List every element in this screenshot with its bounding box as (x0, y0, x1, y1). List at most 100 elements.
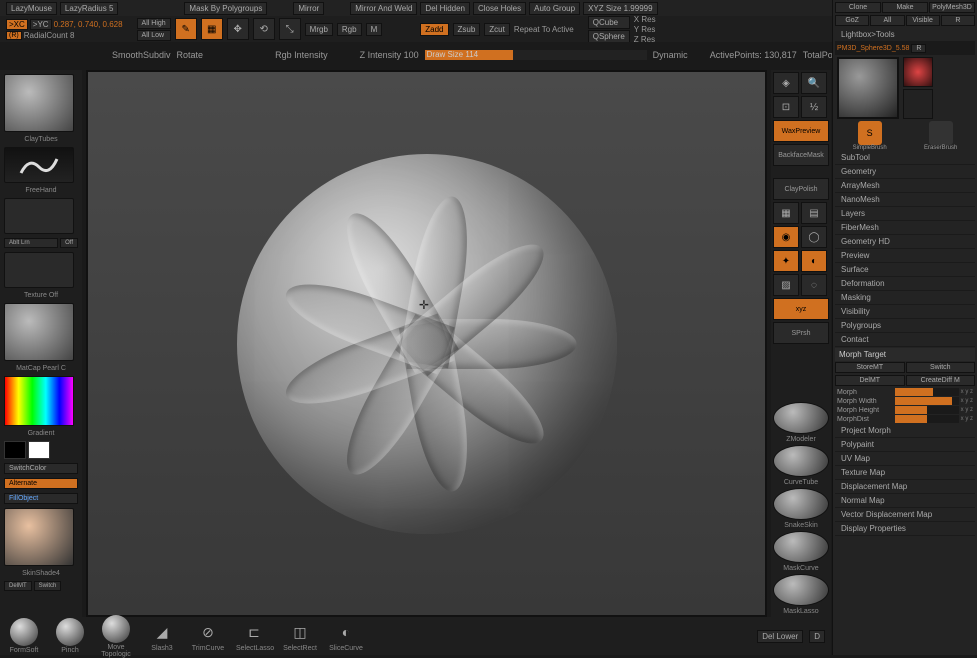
zsub-button[interactable]: Zsub (453, 23, 481, 36)
eraserbrush-icon[interactable] (929, 121, 953, 145)
simplebrush-icon[interactable]: S (858, 121, 882, 145)
slider-morph[interactable]: Morphx y z (835, 388, 975, 396)
draw-mode-icon[interactable]: ▦ (201, 18, 223, 40)
dellower-button[interactable]: Del Lower (757, 630, 803, 643)
alllow-button[interactable]: All Low (137, 30, 171, 41)
sprsh-button[interactable]: SPrsh (773, 322, 829, 344)
xyzsize-slider[interactable]: XYZ Size 1.99999 (583, 2, 657, 15)
actual-icon[interactable]: ⊡ (773, 96, 799, 118)
projectmorph-button[interactable]: Project Morph (835, 424, 975, 438)
section-normal-map[interactable]: Normal Map (835, 494, 975, 508)
claypolish-button[interactable]: ClayPolish (773, 178, 829, 200)
section-fibermesh[interactable]: FiberMesh (835, 221, 975, 235)
waxpreview-button[interactable]: WaxPreview (773, 120, 829, 142)
zintensity-slider[interactable]: Z Intensity 100 (360, 50, 419, 60)
slider-morph-height[interactable]: Morph Heightx y z (835, 406, 975, 414)
ghost-icon[interactable]: ◌ (801, 274, 827, 296)
slider-morph-width[interactable]: Morph Widthx y z (835, 397, 975, 405)
xyz-button[interactable]: xyz (773, 298, 829, 320)
move-icon[interactable]: ✥ (227, 18, 249, 40)
texture-thumbnail[interactable] (4, 252, 74, 288)
mrgb-button[interactable]: Mrgb (305, 23, 333, 36)
yc-button[interactable]: >YC (30, 19, 52, 30)
section-masking[interactable]: Masking (835, 291, 975, 305)
polyf-icon[interactable]: ▨ (773, 274, 799, 296)
rgb-button[interactable]: Rgb (337, 23, 362, 36)
section-visibility[interactable]: Visibility (835, 305, 975, 319)
slider-morphdist[interactable]: MorphDistx y z (835, 415, 975, 423)
section-geometry-hd[interactable]: Geometry HD (835, 235, 975, 249)
section-vector-displacement-map[interactable]: Vector Displacement Map (835, 508, 975, 522)
zadd-button[interactable]: Zadd (420, 23, 448, 36)
switchcolor-button[interactable]: SwitchColor (4, 463, 78, 474)
section-deformation[interactable]: Deformation (835, 277, 975, 291)
r-toggle[interactable]: (R) (6, 31, 22, 40)
maskby-button[interactable]: Mask By Polygroups (184, 2, 267, 15)
lazyradius-button[interactable]: LazyRadius 5 (60, 2, 118, 15)
section-uv-map[interactable]: UV Map (835, 452, 975, 466)
section-texture-map[interactable]: Texture Map (835, 466, 975, 480)
frame-icon[interactable]: ◯ (801, 226, 827, 248)
backface-button[interactable]: BackfaceMask (773, 144, 829, 166)
solo-icon[interactable]: ◐ (801, 250, 827, 272)
ablt-button[interactable]: Ablt Lrn (4, 238, 58, 248)
curvetube-orb[interactable] (773, 445, 829, 477)
tool-r-button[interactable]: R (911, 44, 926, 53)
dynamic-label[interactable]: Dynamic (653, 50, 688, 60)
maskcurve-orb[interactable] (773, 531, 829, 563)
color-picker[interactable] (4, 376, 74, 426)
all-button[interactable]: All (870, 15, 904, 26)
make-button[interactable]: Make (882, 2, 928, 13)
floor-icon[interactable]: ▤ (801, 202, 827, 224)
mirrorweld-button[interactable]: Mirror And Weld (350, 2, 417, 15)
section-polygroups[interactable]: Polygroups (835, 319, 975, 333)
gradient-label[interactable]: Gradient (4, 430, 78, 437)
goz-button[interactable]: GoZ (835, 15, 869, 26)
section-display-properties[interactable]: Display Properties (835, 522, 975, 536)
d-button[interactable]: D (809, 630, 825, 643)
zoom-icon[interactable]: 🔍 (801, 72, 827, 94)
local-icon[interactable]: ◉ (773, 226, 799, 248)
rgbintensity-label[interactable]: Rgb Intensity (275, 50, 328, 60)
brush-pinch[interactable]: Pinch (52, 618, 88, 654)
masklasso-orb[interactable] (773, 574, 829, 606)
delmt-button[interactable]: DelMT (4, 581, 32, 591)
persp2-icon[interactable]: ▦ (773, 202, 799, 224)
visible-button[interactable]: Visible (906, 15, 940, 26)
radialcount-slider[interactable]: RadialCount 8 (24, 31, 75, 40)
section-layers[interactable]: Layers (835, 207, 975, 221)
m-button[interactable]: M (366, 23, 383, 36)
skinshade-thumbnail[interactable] (4, 508, 74, 566)
morphtarget-header[interactable]: Morph Target (835, 348, 975, 361)
xpose-icon[interactable]: ✦ (773, 250, 799, 272)
section-surface[interactable]: Surface (835, 263, 975, 277)
brush-formsoft[interactable]: FormSoft (6, 618, 42, 654)
tool-preview[interactable] (837, 57, 899, 119)
clone-button[interactable]: Clone (835, 2, 881, 13)
storemt-button[interactable]: StoreMT (835, 362, 905, 373)
delmt2-button[interactable]: DelMT (835, 375, 905, 386)
persp-icon[interactable]: ◈ (773, 72, 799, 94)
zcut-button[interactable]: Zcut (484, 23, 510, 36)
snakeskin-orb[interactable] (773, 488, 829, 520)
xres-label[interactable]: X Res (634, 15, 656, 24)
drawsize-slider[interactable]: Draw Size 114 (425, 50, 647, 60)
yres-label[interactable]: Y Res (634, 25, 656, 34)
switch2-button[interactable]: Switch (906, 362, 976, 373)
viewport[interactable]: ✛ (86, 70, 767, 617)
smoothsubdiv-label[interactable]: SmoothSubdiv (112, 50, 171, 60)
off-button[interactable]: Off (60, 238, 78, 248)
qcube-button[interactable]: QCube (588, 16, 630, 29)
section-nanomesh[interactable]: NanoMesh (835, 193, 975, 207)
section-subtool[interactable]: SubTool (835, 151, 975, 165)
closeholes-button[interactable]: Close Holes (473, 2, 526, 15)
section-geometry[interactable]: Geometry (835, 165, 975, 179)
r-button[interactable]: R (941, 15, 975, 26)
alpha-thumbnail[interactable] (4, 198, 74, 234)
creatediff-button[interactable]: CreateDiff M (906, 375, 976, 386)
lightbox-link[interactable]: Lightbox>Tools (835, 28, 975, 42)
brush-slicecurve[interactable]: ◐SliceCurve (328, 620, 364, 652)
main-color-swatch[interactable] (4, 441, 26, 459)
brush-thumbnail[interactable] (4, 74, 74, 132)
brush-selectrect[interactable]: ◫SelectRect (282, 620, 318, 652)
